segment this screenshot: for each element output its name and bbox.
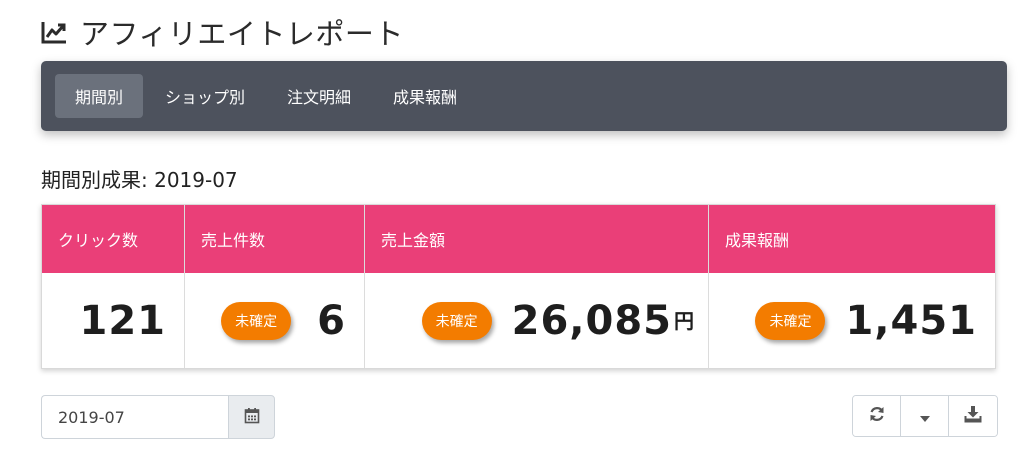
reward-cell: 未確定 1,451	[709, 273, 995, 368]
reward-value: 1,451	[845, 297, 977, 344]
sales-amount-value: 26,085	[511, 297, 672, 344]
report-tabbar: 期間別 ショップ別 注文明細 成果報酬	[41, 61, 1007, 131]
unconfirmed-badge: 未確定	[421, 301, 492, 340]
reward-header: 成果報酬	[709, 205, 995, 273]
tab-shop[interactable]: ショップ別	[145, 74, 265, 118]
calendar-button[interactable]	[228, 395, 275, 439]
currency-unit: 円	[674, 309, 694, 333]
clicks-column: クリック数 121	[42, 205, 185, 368]
date-filter	[41, 395, 275, 439]
refresh-button[interactable]	[853, 396, 901, 436]
unconfirmed-badge: 未確定	[755, 301, 826, 340]
download-icon	[964, 405, 982, 427]
toolbar-button-group	[852, 395, 998, 437]
unconfirmed-badge: 未確定	[221, 301, 292, 340]
page-title: アフィリエイトレポート	[80, 17, 404, 51]
clicks-value: 121	[79, 297, 166, 344]
sales-count-value: 6	[317, 297, 346, 344]
options-dropdown-button[interactable]	[901, 396, 949, 436]
clicks-cell: 121	[42, 273, 184, 368]
sales-amount-cell: 未確定 26,085 円	[365, 273, 708, 368]
sales-count-header: 売上件数	[185, 205, 364, 273]
sales-amount-header: 売上金額	[365, 205, 708, 273]
tab-reward[interactable]: 成果報酬	[373, 74, 477, 118]
download-button[interactable]	[949, 396, 997, 436]
sales-count-cell: 未確定 6	[185, 273, 364, 368]
summary-table: クリック数 121 売上件数 未確定 6 売上金額 未確定 26,085 円 成…	[41, 204, 996, 369]
month-input[interactable]	[41, 395, 228, 439]
clicks-header: クリック数	[42, 205, 184, 273]
page-header: アフィリエイトレポート	[40, 10, 404, 54]
refresh-icon	[868, 405, 886, 427]
chart-line-icon	[40, 18, 68, 46]
sales-count-column: 売上件数 未確定 6	[185, 205, 365, 368]
tab-order-details[interactable]: 注文明細	[267, 74, 371, 118]
sales-amount-column: 売上金額 未確定 26,085 円	[365, 205, 709, 368]
reward-column: 成果報酬 未確定 1,451	[709, 205, 995, 368]
tab-period[interactable]: 期間別	[55, 74, 144, 118]
caret-down-icon	[919, 407, 930, 426]
calendar-icon	[244, 407, 260, 428]
section-title: 期間別成果: 2019-07	[41, 168, 238, 192]
